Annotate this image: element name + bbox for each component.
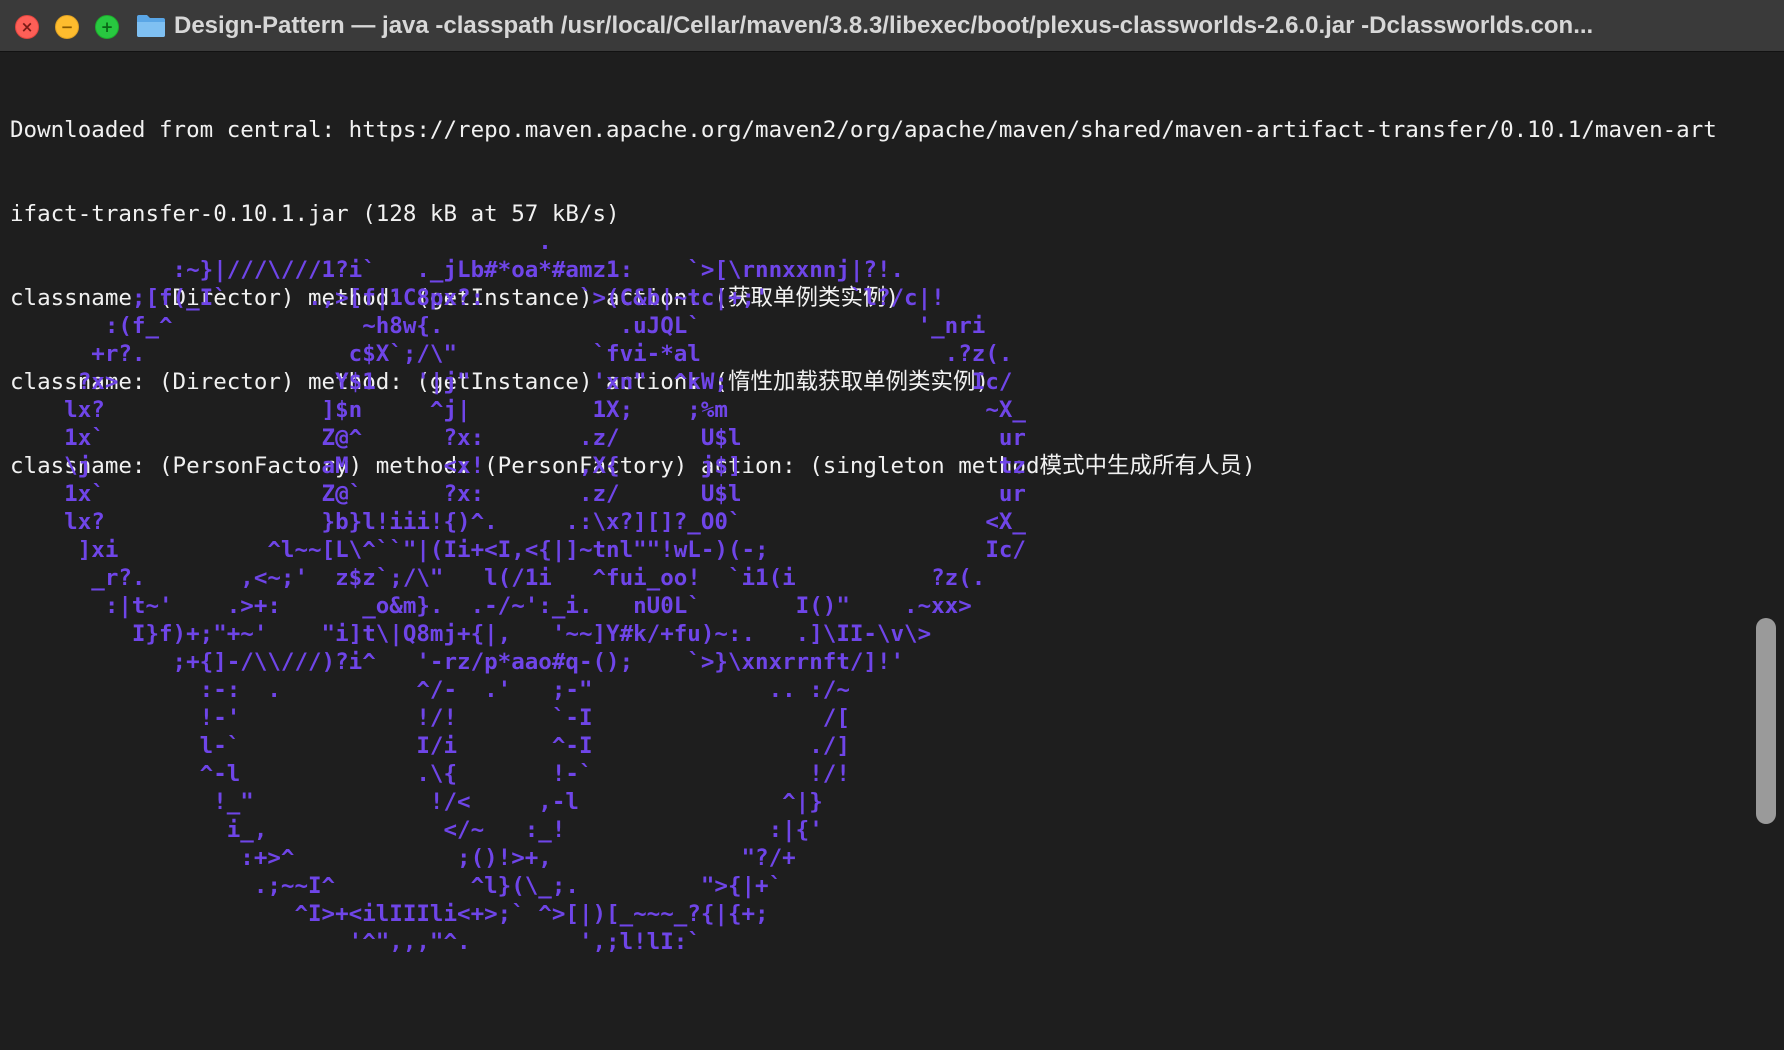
folder-icon (137, 15, 165, 37)
close-icon: × (20, 17, 34, 36)
log-line: Downloaded from central: https://repo.ma… (10, 117, 1717, 143)
title-bar[interactable]: × − + Design-Pattern — java -classpath /… (0, 0, 1784, 52)
close-button[interactable]: × (15, 15, 39, 39)
minimize-button[interactable]: − (55, 15, 79, 39)
scrollbar[interactable] (1756, 52, 1778, 1050)
maximize-button[interactable]: + (95, 15, 119, 39)
terminal-content[interactable]: Downloaded from central: https://repo.ma… (0, 52, 1784, 1050)
terminal-window: × − + Design-Pattern — java -classpath /… (0, 0, 1784, 1050)
maximize-icon: + (100, 17, 114, 36)
scrollbar-thumb[interactable] (1756, 618, 1776, 824)
minimize-icon: − (60, 17, 74, 36)
ascii-art-peace-sign: . :~}|///\///1?i` ._jLb#*oa*#amz1: `>[\r… (64, 229, 1026, 955)
log-line: ifact-transfer-0.10.1.jar (128 kB at 57 … (10, 201, 620, 227)
window-title: Design-Pattern — java -classpath /usr/lo… (174, 12, 1594, 39)
